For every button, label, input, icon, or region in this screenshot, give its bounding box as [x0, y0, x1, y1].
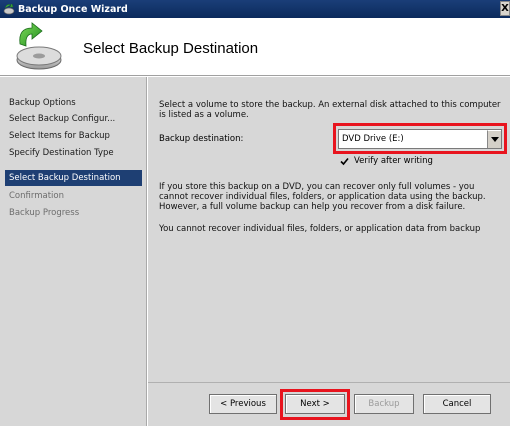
window-titlebar: Backup Once Wizard X	[0, 0, 510, 18]
cancel-button[interactable]: Cancel	[423, 394, 491, 414]
recovery-warning-text: You cannot recover individual files, fol…	[159, 224, 481, 234]
wizard-footer: < Previous Next > Backup Cancel	[148, 382, 510, 426]
verify-label: Verify after writing	[354, 156, 433, 166]
dvd-note-line2: cannot recover individual files, folders…	[159, 192, 486, 202]
backup-destination-select[interactable]: DVD Drive (E:)	[338, 129, 502, 149]
dvd-note-line1: If you store this backup on a DVD, you c…	[159, 182, 475, 192]
verify-after-writing-option[interactable]: Verify after writing	[339, 155, 433, 167]
backup-button: Backup	[354, 394, 414, 414]
backup-app-icon	[3, 3, 15, 15]
previous-button[interactable]: < Previous	[209, 394, 277, 414]
verify-checkbox[interactable]	[339, 156, 349, 166]
next-button[interactable]: Next >	[285, 394, 345, 414]
page-title: Select Backup Destination	[83, 40, 259, 57]
close-button[interactable]: X	[500, 1, 510, 16]
sidebar-item-select-backup-destination[interactable]: Select Backup Destination	[5, 170, 142, 186]
sidebar-item-select-backup-configuration[interactable]: Select Backup Configur...	[5, 111, 142, 127]
wizard-content: Select a volume to store the backup. An …	[148, 77, 510, 382]
checkmark-icon	[339, 157, 349, 165]
backup-destination-value: DVD Drive (E:)	[342, 134, 404, 144]
sidebar-item-specify-destination-type[interactable]: Specify Destination Type	[5, 145, 142, 161]
sidebar-item-confirmation: Confirmation	[9, 191, 64, 201]
sidebar-item-backup-progress: Backup Progress	[9, 208, 80, 218]
chevron-down-icon	[490, 137, 499, 142]
intro-text-line1: Select a volume to store the backup. An …	[159, 100, 501, 110]
intro-text-line2: is listed as a volume.	[159, 110, 249, 120]
dvd-note-line3: However, a full volume backup can help y…	[159, 202, 466, 212]
wizard-steps-sidebar: Backup Options Select Backup Configur...…	[0, 77, 147, 426]
backup-disk-icon	[16, 22, 62, 70]
sidebar-item-backup-options[interactable]: Backup Options	[5, 95, 142, 111]
dropdown-button[interactable]	[487, 130, 501, 148]
window-title: Backup Once Wizard	[18, 3, 128, 15]
wizard-header: Select Backup Destination	[0, 18, 510, 76]
sidebar-item-select-items-for-backup[interactable]: Select Items for Backup	[5, 128, 142, 144]
backup-destination-label: Backup destination:	[159, 134, 244, 144]
